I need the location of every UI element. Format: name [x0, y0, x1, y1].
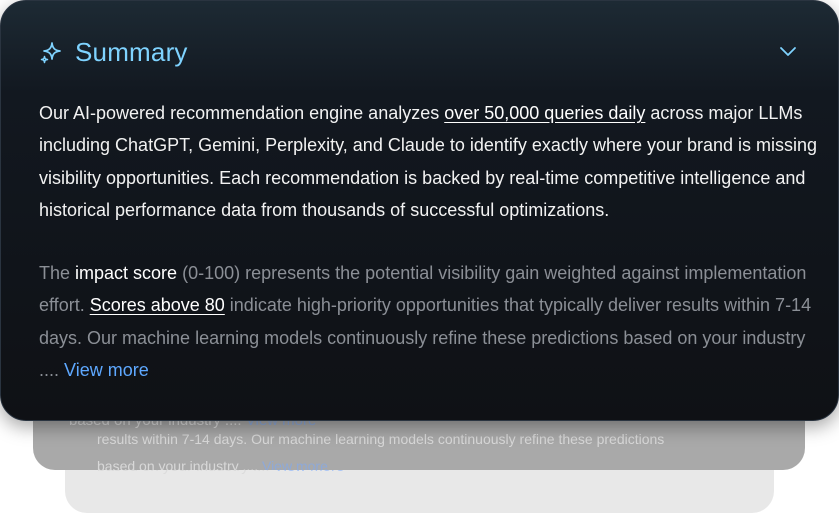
card-header: Summary — [39, 37, 188, 68]
summary-paragraph-1: Our AI-powered recommendation engine ana… — [39, 97, 819, 226]
stage: based on your industry .... View more ba… — [0, 0, 839, 514]
card-title: Summary — [75, 37, 188, 67]
ghost-mid-line-3: based on your industry .... View more — [97, 452, 328, 470]
para1-text-before: Our AI-powered recommendation engine ana… — [39, 103, 445, 123]
summary-card: Summary Our AI-powered recommendation en… — [0, 0, 839, 421]
sparkle-icon — [40, 41, 61, 63]
scores-above-80-highlight: Scores above 80 — [89, 295, 225, 316]
summary-paragraph-2: The impact score (0-100) represents the … — [39, 257, 819, 386]
para2-text-1: The — [39, 263, 76, 283]
impact-score-term: impact score — [75, 263, 178, 283]
queries-daily-highlight: over 50,000 queries daily — [444, 103, 646, 123]
ghost-mid-text-2: results within 7-14 days. Our machine le… — [97, 431, 665, 447]
ghost-mid-text-3: based on your industry .... — [97, 458, 262, 470]
ghost-mid-line-2: results within 7-14 days. Our machine le… — [97, 425, 664, 453]
view-more-link[interactable]: View more — [64, 360, 149, 380]
ghost-mid-link-3: View more — [261, 458, 328, 470]
chevron-down-icon[interactable] — [778, 43, 798, 59]
